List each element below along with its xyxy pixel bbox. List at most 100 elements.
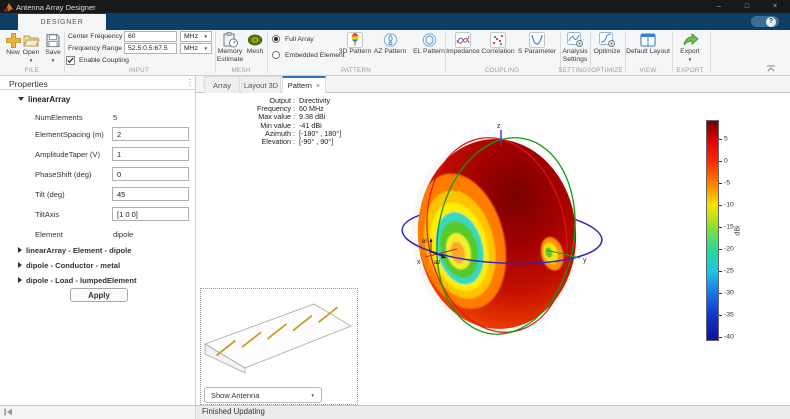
tab-designer[interactable]: DESIGNER [18, 14, 106, 30]
open-icon [22, 32, 40, 49]
tree-expand-icon[interactable] [18, 247, 22, 253]
tree-item[interactable]: linearArray - Element - dipole [18, 246, 132, 255]
az-pattern-button[interactable]: AZ Pattern [370, 32, 410, 56]
colorbar-tick [719, 161, 722, 162]
window-title: Antenna Array Designer [16, 3, 96, 12]
3d-pattern-button[interactable]: 3D Pattern [335, 32, 375, 56]
memory-estimate-button[interactable]: Memory Estimate [213, 32, 247, 64]
colorbar-tick [719, 139, 722, 140]
full-array-radio[interactable] [272, 35, 280, 43]
properties-menu-icon[interactable]: ⋮ [186, 78, 194, 87]
optimize-icon [599, 32, 616, 48]
pattern-info-line: Elevation :[-90° , 90°] [196, 137, 396, 145]
lineararray-group-header[interactable]: linearArray [18, 95, 70, 104]
property-label: Tilt (deg) [35, 190, 65, 199]
property-input[interactable] [112, 167, 189, 181]
correlation-label: Correlation [477, 48, 519, 56]
impedance-icon [455, 32, 471, 48]
tree-item-label: dipole - Load - lumpedElement [26, 276, 137, 285]
show-antenna-value: Show Antenna [211, 388, 259, 403]
memory-estimate-label-2: Estimate [213, 56, 247, 64]
memory-estimate-label-1: Memory [213, 48, 247, 56]
save-icon [45, 32, 61, 49]
tree-expand-icon[interactable] [18, 277, 22, 283]
colorbar-tick [719, 315, 722, 316]
matlab-logo-icon [4, 3, 13, 12]
collapse-ribbon-icon[interactable] [766, 65, 776, 72]
panel-collapse-icon[interactable] [4, 408, 13, 416]
checkmark-icon [67, 57, 74, 64]
correlation-icon [490, 32, 506, 48]
help-icon[interactable]: ? [766, 17, 776, 27]
property-label: PhaseShift (deg) [35, 170, 92, 179]
title-bar: Antenna Array Designer – □ × [0, 0, 790, 13]
ribbon-separator [267, 31, 268, 73]
section-label-mesh: MESH [231, 67, 250, 74]
3d-pattern-icon [347, 32, 363, 48]
colorbar-tick [719, 271, 722, 272]
frequency-range-unit-combo[interactable]: MHz ▼ [180, 43, 212, 54]
tab-pattern[interactable]: Pattern× [282, 76, 326, 93]
radio-dot [274, 37, 278, 41]
center-frequency-input[interactable]: 60 [124, 31, 177, 42]
section-label-settings: SETTINGS [558, 67, 591, 74]
default-layout-button[interactable]: Default Layout [620, 32, 676, 56]
combo-arrow-icon: ▼ [204, 46, 208, 51]
save-dropdown-icon[interactable]: ▼ [40, 58, 66, 63]
mesh-button[interactable]: Mesh [243, 32, 267, 56]
mesh-icon [247, 32, 263, 48]
property-input[interactable] [112, 207, 189, 221]
property-row: Tilt (deg) [0, 187, 196, 203]
tab-array[interactable]: Array [204, 76, 240, 93]
property-label: AmplitudeTaper (V) [35, 150, 100, 159]
center-frequency-unit-combo[interactable]: MHz▼ [180, 31, 212, 42]
colorbar-tick [719, 205, 722, 206]
frequency-range-unit: MHz [184, 45, 198, 52]
save-button[interactable]: Save ▼ [40, 32, 66, 63]
properties-title: Properties [9, 79, 48, 89]
analysis-settings-icon [567, 32, 584, 48]
tab-close-icon[interactable]: × [316, 81, 320, 90]
property-input[interactable] [112, 187, 189, 201]
colorbar-tick-label: 0 [724, 158, 728, 165]
colorbar-tick-label: -40 [724, 333, 734, 340]
analysis-settings-label-2: Settings [558, 56, 592, 64]
close-button[interactable]: × [767, 0, 783, 13]
tree-item[interactable]: dipole - Load - lumpedElement [18, 276, 137, 285]
export-dropdown-icon[interactable]: ▼ [673, 57, 707, 62]
export-label: Export [673, 48, 707, 56]
show-antenna-dropdown[interactable]: Show Antenna▼ [204, 387, 322, 403]
embedded-element-radio[interactable] [272, 51, 280, 59]
correlation-button[interactable]: Correlation [477, 32, 519, 56]
export-button[interactable]: Export ▼ [673, 32, 707, 62]
colorbar-tick-label: -20 [724, 245, 734, 252]
tree-item[interactable]: dipole - Conductor - metal [18, 261, 120, 270]
pattern-info-line: Max value :9.38 dBi [196, 112, 396, 120]
s-parameter-button[interactable]: S Parameter [514, 32, 560, 56]
save-label: Save [40, 49, 66, 57]
maximize-button[interactable]: □ [739, 0, 755, 13]
tree-item-label: linearArray - Element - dipole [26, 246, 132, 255]
minimize-button[interactable]: – [711, 0, 727, 13]
property-input[interactable] [112, 127, 189, 141]
section-label-optimize: OPTIMIZE [591, 67, 623, 74]
property-value: dipole [113, 230, 133, 239]
property-label: TiltAxis [35, 210, 59, 219]
enable-coupling-checkbox[interactable] [66, 56, 75, 65]
property-row: NumElements5 [0, 110, 196, 126]
frequency-range-input[interactable]: 52.5:0.5:67.5 [124, 43, 177, 54]
colorbar-tick-label: -25 [724, 267, 734, 274]
colorbar-tick-label: -30 [724, 289, 734, 296]
apply-button[interactable]: Apply [70, 288, 128, 302]
tab-layout-3d[interactable]: Layout 3D [241, 76, 281, 93]
ribbon-separator [710, 31, 711, 73]
x-axis-label: x [417, 259, 421, 266]
s-parameter-icon [529, 32, 545, 48]
analysis-settings-button[interactable]: Analysis Settings [558, 32, 592, 64]
colorbar-tick-label: -35 [724, 311, 734, 318]
optimize-button[interactable]: Optimize [590, 32, 624, 56]
property-row: ElementSpacing (m) [0, 127, 196, 143]
property-input[interactable] [112, 147, 189, 161]
colorbar-tick [719, 227, 722, 228]
tree-expand-icon[interactable] [18, 262, 22, 268]
